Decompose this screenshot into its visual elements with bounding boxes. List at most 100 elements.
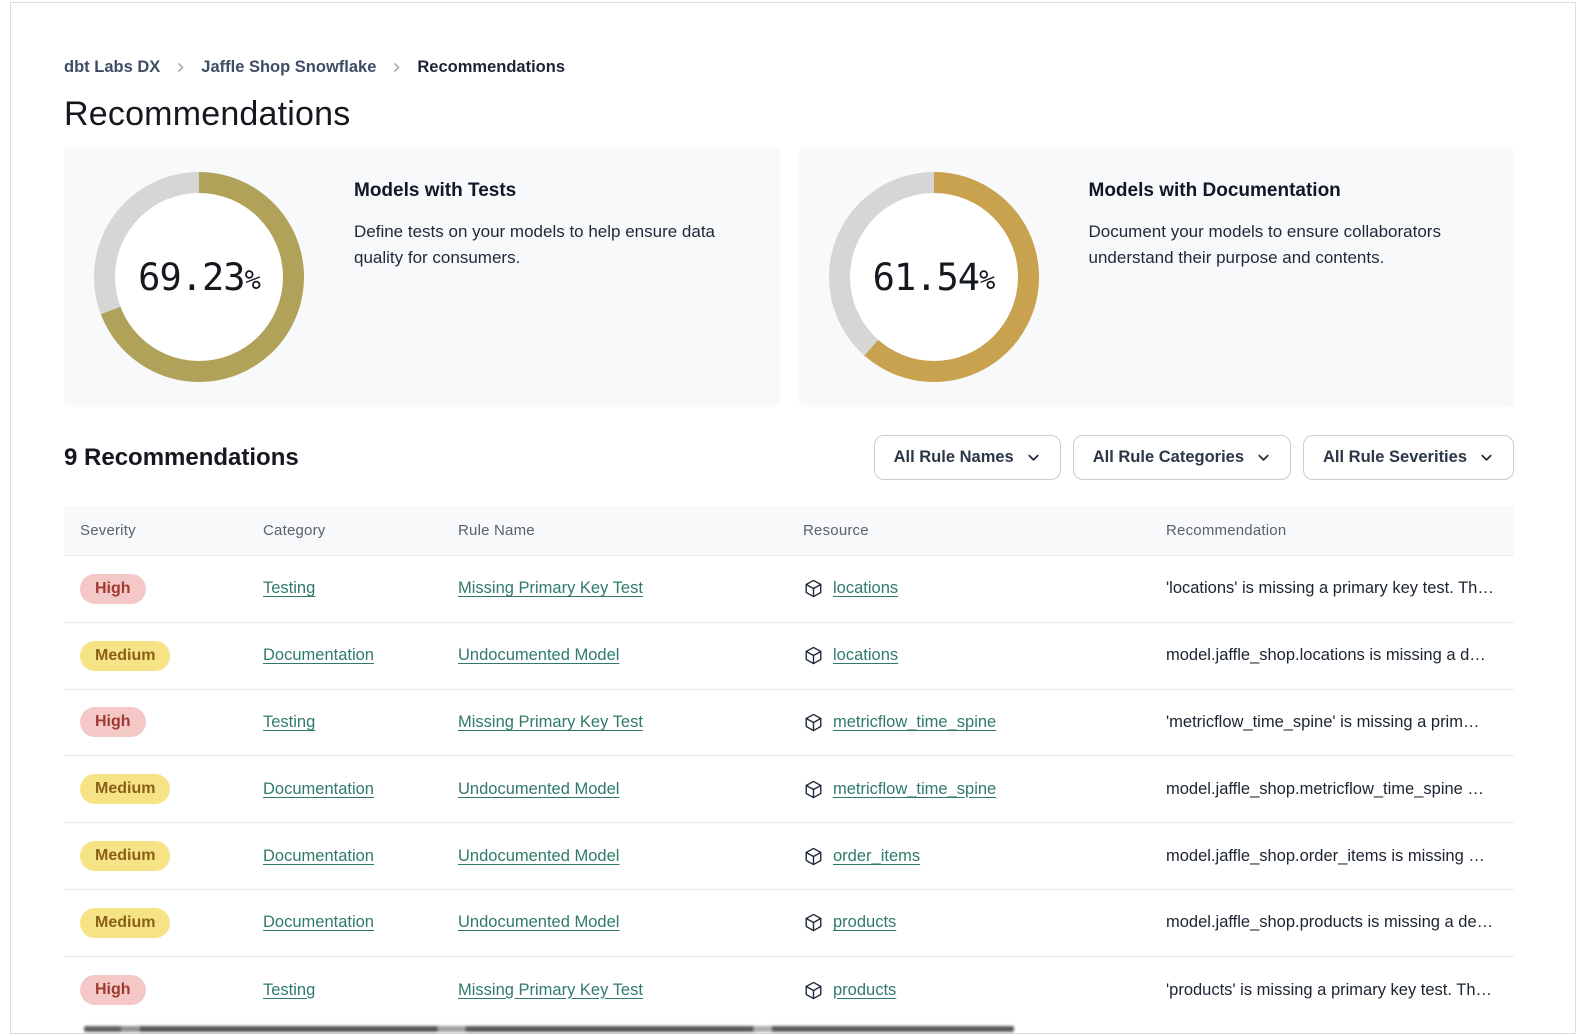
severity-badge: High: [80, 707, 146, 737]
donut-percent-value: 61.54: [873, 256, 979, 299]
model-cube-icon: [803, 779, 824, 800]
severity-cell: High: [80, 975, 263, 1005]
recommendation-text: 'locations' is missing a primary key tes…: [1166, 579, 1498, 598]
model-cube-icon: [803, 912, 824, 933]
filter-dropdown[interactable]: All Rule Severities: [1303, 435, 1514, 480]
resource-cell: metricflow_time_spine: [803, 779, 1166, 800]
category-link[interactable]: Documentation: [263, 780, 374, 798]
donut-chart: 61.54%: [829, 172, 1039, 382]
severity-cell: Medium: [80, 908, 263, 938]
table-row: Medium Documentation Undocumented Model: [64, 623, 1514, 690]
model-cube-icon: [803, 846, 824, 867]
rule-name-cell: Undocumented Model: [458, 780, 803, 799]
rule-name-cell: Missing Primary Key Test: [458, 713, 803, 732]
table-row: High Testing Missing Primary Key Test: [64, 957, 1514, 1024]
category-link[interactable]: Testing: [263, 579, 315, 597]
rule-name-cell: Missing Primary Key Test: [458, 579, 803, 598]
model-cube-icon: [803, 980, 824, 1001]
rule-name-link[interactable]: Missing Primary Key Test: [458, 981, 643, 999]
resource-link[interactable]: locations: [833, 646, 898, 665]
category-link[interactable]: Documentation: [263, 847, 374, 865]
breadcrumb-item-jaffle-shop-snowflake[interactable]: Jaffle Shop Snowflake: [201, 58, 376, 77]
severity-cell: High: [80, 707, 263, 737]
rule-name-link[interactable]: Undocumented Model: [458, 847, 619, 865]
recommendation-text: model.jaffle_shop.locations is missing a…: [1166, 646, 1498, 665]
chevron-down-icon: [1026, 450, 1041, 465]
column-header-rule-name: Rule Name: [458, 522, 803, 539]
category-cell: Documentation: [263, 847, 458, 866]
resource-cell: locations: [803, 645, 1166, 666]
filter-dropdown-label: All Rule Severities: [1323, 448, 1467, 467]
rule-name-cell: Undocumented Model: [458, 913, 803, 932]
donut-chart: 69.23%: [94, 172, 304, 382]
stat-card: 69.23% Models with Tests Define tests on…: [64, 147, 780, 407]
recommendation-text: model.jaffle_shop.metricflow_time_spine …: [1166, 780, 1498, 799]
column-header-recommendation: Recommendation: [1166, 522, 1498, 539]
resource-link[interactable]: order_items: [833, 847, 920, 866]
chevron-down-icon: [1256, 450, 1271, 465]
rule-name-link[interactable]: Undocumented Model: [458, 780, 619, 798]
page-title: Recommendations: [64, 95, 1514, 134]
severity-badge: High: [80, 975, 146, 1005]
resource-link[interactable]: products: [833, 981, 896, 1000]
table-row: High Testing Missing Primary Key Test: [64, 556, 1514, 623]
stat-cards: 69.23% Models with Tests Define tests on…: [64, 147, 1514, 407]
resource-link[interactable]: metricflow_time_spine: [833, 713, 996, 732]
resource-cell: metricflow_time_spine: [803, 712, 1166, 733]
table-row: Medium Documentation Undocumented Model: [64, 890, 1514, 957]
rule-name-link[interactable]: Missing Primary Key Test: [458, 579, 643, 597]
severity-cell: Medium: [80, 641, 263, 671]
severity-badge: Medium: [80, 774, 170, 804]
severity-badge: Medium: [80, 641, 170, 671]
donut-percent-unit: %: [979, 265, 994, 296]
rule-name-cell: Undocumented Model: [458, 646, 803, 665]
resource-link[interactable]: products: [833, 913, 896, 932]
category-link[interactable]: Documentation: [263, 913, 374, 931]
category-link[interactable]: Testing: [263, 713, 315, 731]
category-cell: Documentation: [263, 646, 458, 665]
partially-visible-next-row: [84, 1026, 1014, 1032]
donut-percent-label: 61.54%: [829, 172, 1039, 382]
severity-cell: High: [80, 574, 263, 604]
stat-card: 61.54% Models with Documentation Documen…: [799, 147, 1515, 407]
table-row: Medium Documentation Undocumented Model: [64, 756, 1514, 823]
severity-badge: High: [80, 574, 146, 604]
rule-name-link[interactable]: Missing Primary Key Test: [458, 713, 643, 731]
rule-name-cell: Missing Primary Key Test: [458, 981, 803, 1000]
resource-cell: products: [803, 980, 1166, 1001]
recommendation-text: model.jaffle_shop.order_items is missing…: [1166, 847, 1498, 866]
stat-card-title: Models with Tests: [354, 180, 752, 202]
stat-card-text: Models with Tests Define tests on your m…: [354, 172, 752, 271]
severity-badge: Medium: [80, 908, 170, 938]
filter-dropdown-label: All Rule Names: [894, 448, 1014, 467]
table-header-row: Severity Category Rule Name Resource Rec…: [64, 506, 1514, 556]
donut-percent-label: 69.23%: [94, 172, 304, 382]
breadcrumb-item-dbt-labs-dx[interactable]: dbt Labs DX: [64, 58, 160, 77]
resource-link[interactable]: locations: [833, 579, 898, 598]
filter-dropdown[interactable]: All Rule Names: [874, 435, 1061, 480]
donut-percent-value: 69.23: [138, 256, 244, 299]
table-body: High Testing Missing Primary Key Test: [64, 556, 1514, 1024]
category-link[interactable]: Documentation: [263, 646, 374, 664]
filter-dropdown[interactable]: All Rule Categories: [1073, 435, 1291, 480]
rule-name-cell: Undocumented Model: [458, 847, 803, 866]
filter-dropdown-label: All Rule Categories: [1093, 448, 1244, 467]
resource-link[interactable]: metricflow_time_spine: [833, 780, 996, 799]
rule-name-link[interactable]: Undocumented Model: [458, 646, 619, 664]
filter-bar: All Rule Names All Rule Categories All R…: [874, 435, 1514, 480]
chevron-right-icon: [390, 61, 403, 74]
severity-cell: Medium: [80, 841, 263, 871]
column-header-resource: Resource: [803, 522, 1166, 539]
table-row: High Testing Missing Primary Key Test: [64, 690, 1514, 757]
recommendation-text: model.jaffle_shop.products is missing a …: [1166, 913, 1498, 932]
category-cell: Testing: [263, 713, 458, 732]
table-row: Medium Documentation Undocumented Model: [64, 823, 1514, 890]
stat-card-description: Define tests on your models to help ensu…: [354, 219, 752, 271]
rule-name-link[interactable]: Undocumented Model: [458, 913, 619, 931]
category-link[interactable]: Testing: [263, 981, 315, 999]
column-header-category: Category: [263, 522, 458, 539]
chevron-right-icon: [174, 61, 187, 74]
column-header-severity: Severity: [80, 522, 263, 539]
resource-cell: products: [803, 912, 1166, 933]
recommendations-table: Severity Category Rule Name Resource Rec…: [64, 506, 1514, 1024]
